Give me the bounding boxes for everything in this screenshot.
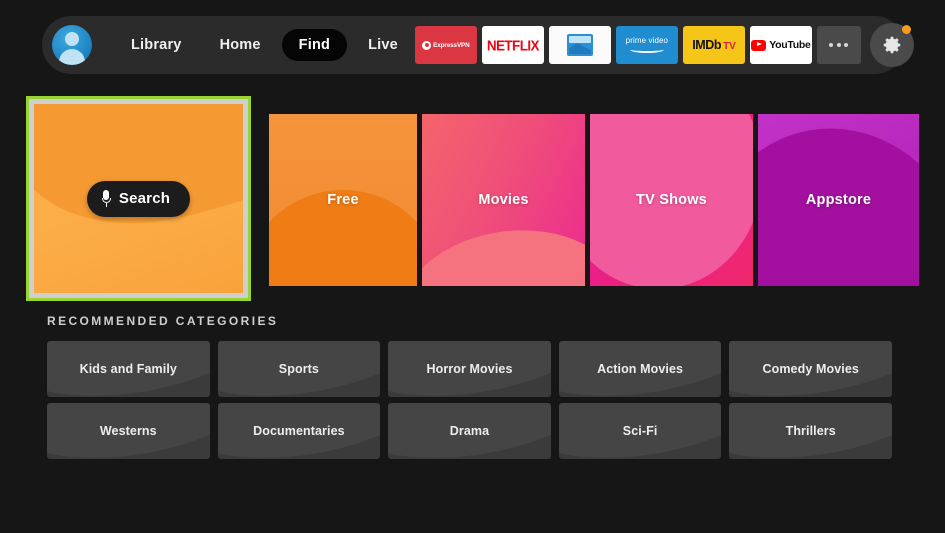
app-tile-prime-video[interactable]: prime video [615,26,678,64]
nav-item-live[interactable]: Live [351,29,415,61]
category-tile-westerns[interactable]: Westerns [47,403,210,459]
hero-tile-tv-shows-label: TV Shows [636,192,707,208]
youtube-label: YouTube [769,39,811,51]
category-tile-sports[interactable]: Sports [217,341,381,397]
category-label: Drama [449,424,490,438]
imdb-label: IMDb [692,38,722,52]
microphone-icon [101,189,111,208]
category-label: Documentaries [253,424,345,438]
category-tile-drama[interactable]: Drama [388,403,551,459]
hero-tile-free[interactable]: Free [269,114,417,286]
category-label: Thrillers [785,424,836,438]
category-tile-documentaries[interactable]: Documentaries [217,403,381,459]
search-button[interactable]: Search [86,180,191,217]
hero-tile-appstore[interactable]: Appstore [758,114,919,286]
recommended-categories-grid: Kids and Family Sports Horror Movies Act… [47,341,892,459]
youtube-logo: YouTube [751,39,811,51]
category-tile-action-movies[interactable]: Action Movies [558,341,722,397]
hero-tile-appstore-label: Appstore [805,192,872,208]
expressvpn-mark-icon [422,40,432,50]
hero-tile-row: Search Free Movies TV Shows Appstore [26,96,919,301]
amazon-smile-icon [629,46,664,53]
app-shortcut-row: ExpressVPN NETFLIX prime video IMDb TV Y… [414,23,914,67]
photos-icon [566,34,593,56]
notification-dot [901,25,911,34]
hero-tile-movies[interactable]: Movies [422,114,585,286]
category-label: Comedy Movies [762,362,859,376]
gear-icon [883,36,901,54]
hero-tile-movies-label: Movies [478,192,529,208]
category-label: Horror Movies [426,362,513,376]
profile-avatar[interactable] [52,25,92,65]
app-tile-youtube[interactable]: YouTube [749,26,812,64]
nav-item-library[interactable]: Library [114,29,199,61]
hero-tile-search[interactable]: Search [26,96,251,301]
hero-tile-free-label: Free [327,192,359,208]
category-label: Action Movies [597,362,684,376]
nav-item-home[interactable]: Home [203,29,278,61]
search-button-label: Search [118,190,171,207]
nav-items: Library Home Find Live [114,29,415,61]
category-tile-sci-fi[interactable]: Sci-Fi [558,403,722,459]
category-label: Westerns [99,424,157,438]
ellipsis-icon [829,43,849,47]
netflix-label: NETFLIX [486,36,540,54]
category-tile-kids-and-family[interactable]: Kids and Family [47,341,210,397]
avatar-head [65,32,79,46]
prime-video-label: prime video [625,36,669,45]
imdb-tv-suffix-label: TV [723,41,736,52]
category-label: Kids and Family [79,362,177,376]
expressvpn-logo: ExpressVPN [422,40,470,50]
movies-tile-blob-shape [422,218,585,286]
app-tile-netflix[interactable]: NETFLIX [481,26,544,64]
top-navigation-bar: Library Home Find Live ExpressVPN NETFLI… [42,16,914,74]
imdb-tv-logo: IMDb TV [692,38,736,52]
app-tile-expressvpn[interactable]: ExpressVPN [414,26,477,64]
category-label: Sports [278,362,319,376]
search-tile-surface: Search [34,104,243,293]
expressvpn-label: ExpressVPN [433,41,470,49]
nav-item-find[interactable]: Find [281,29,348,61]
settings-button[interactable] [869,23,914,67]
youtube-play-icon [751,39,767,51]
photo-sky-shape [568,36,591,43]
avatar-body [59,49,85,65]
prime-video-logo: prime video [626,37,668,53]
category-tile-thrillers[interactable]: Thrillers [729,403,892,459]
category-tile-comedy-movies[interactable]: Comedy Movies [729,341,892,397]
category-label: Sci-Fi [622,424,658,438]
recommended-categories-heading: RECOMMENDED CATEGORIES [47,314,279,328]
category-tile-horror-movies[interactable]: Horror Movies [388,341,551,397]
app-tile-imdb-tv[interactable]: IMDb TV [682,26,745,64]
more-apps-button[interactable] [816,26,861,64]
hero-tile-tv-shows[interactable]: TV Shows [590,114,753,286]
fire-tv-find-screen: Library Home Find Live ExpressVPN NETFLI… [0,0,945,533]
app-tile-photos[interactable] [548,26,611,64]
